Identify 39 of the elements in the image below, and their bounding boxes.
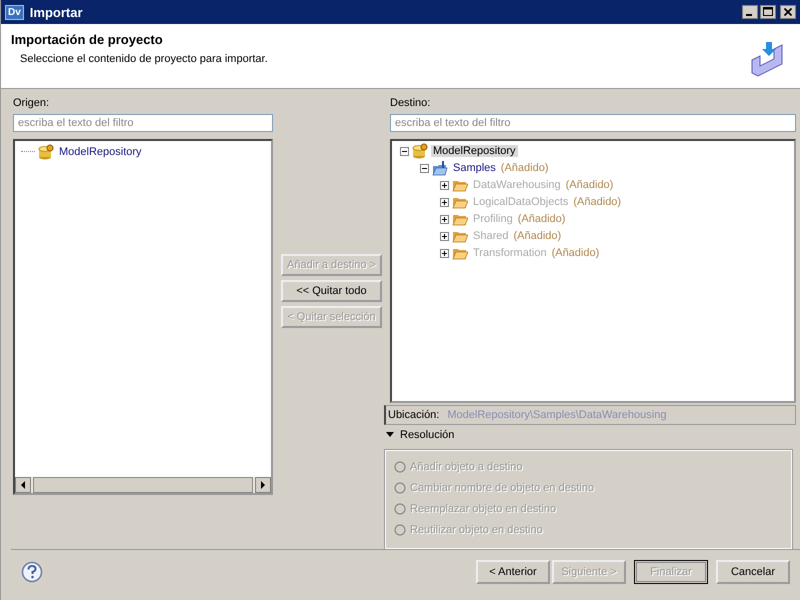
destination-filter-field[interactable]: escriba el texto del filtro xyxy=(390,114,796,132)
status-label: (Añadido) xyxy=(573,196,622,208)
location-label: Ubicación: xyxy=(388,409,440,422)
expand-triangle-icon[interactable] xyxy=(386,431,394,440)
footer-button[interactable]: Cancelar xyxy=(716,560,790,584)
app-badge: Dv xyxy=(5,4,24,20)
resolution-label: Resolución xyxy=(400,429,454,442)
tree-item[interactable]: ModelRepository xyxy=(57,146,144,158)
radio-label: Cambiar nombre de objeto en destino xyxy=(410,482,594,494)
source-label: Origen: xyxy=(13,97,50,109)
status-label: (Añadido) xyxy=(566,179,614,192)
source-filter-field[interactable]: escriba el texto del filtro xyxy=(13,114,273,132)
tree-item[interactable]: Samples xyxy=(451,162,498,174)
location-value: ModelRepository\Samples\DataWarehousing xyxy=(447,409,666,422)
radio-label: Añadir objeto a destino xyxy=(410,461,523,474)
status-label: (Añadido) xyxy=(513,230,562,242)
help-icon[interactable] xyxy=(21,561,43,583)
scroll-left-button[interactable] xyxy=(15,477,31,493)
radio-label: Reemplazar objeto en destino xyxy=(410,503,556,516)
page-subtitle: Seleccione el contenido de proyecto para importar. xyxy=(19,53,269,65)
window-title: Importar xyxy=(30,4,83,20)
database-gear-icon xyxy=(38,144,54,160)
status-label: (Añadido) xyxy=(552,247,600,260)
tree-toggle[interactable] xyxy=(420,164,429,173)
footer-button[interactable]: < Anterior xyxy=(476,560,550,584)
radio-label: Reutilizar objeto en destino xyxy=(410,524,543,536)
maximize-button[interactable] xyxy=(760,5,776,19)
page-title: Importación de proyecto xyxy=(11,32,164,47)
destination-label: Destino: xyxy=(390,97,432,109)
close-button[interactable] xyxy=(780,5,796,19)
project-folder-icon xyxy=(432,160,448,176)
transfer-button[interactable]: << Quitar todo xyxy=(281,280,382,302)
scroll-right-button[interactable] xyxy=(255,477,271,493)
tree-item[interactable]: ModelRepository xyxy=(431,145,518,158)
minimize-button[interactable] xyxy=(742,5,758,19)
tree-toggle[interactable] xyxy=(400,146,409,156)
database-gear-icon xyxy=(412,143,428,160)
status-label: (Añadido) xyxy=(500,162,548,174)
status-label: (Añadido) xyxy=(518,213,566,226)
